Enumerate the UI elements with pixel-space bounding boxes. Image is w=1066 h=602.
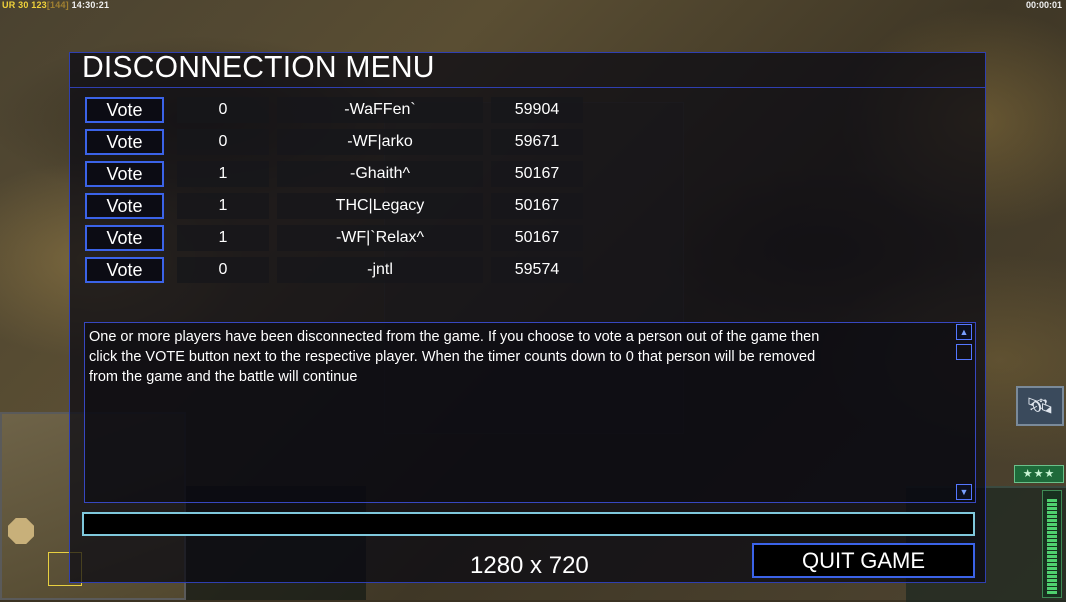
player-ping: 59574	[491, 257, 583, 283]
hud-ur-value: 30	[18, 0, 29, 10]
title-divider	[69, 87, 986, 88]
minimap-base-marker	[8, 518, 34, 544]
power-segment	[1047, 587, 1057, 590]
power-segment	[1047, 535, 1057, 538]
vote-button[interactable]: Vote	[85, 97, 164, 123]
message-scrollbar[interactable]: ▲ ▼	[956, 324, 974, 502]
vote-button[interactable]: Vote	[85, 129, 164, 155]
player-name: THC|Legacy	[277, 193, 483, 219]
hud-game-timer: 00:00:01	[1025, 0, 1062, 10]
hud-ur-label: UR	[2, 0, 16, 10]
vote-count: 0	[177, 129, 269, 155]
player-name: -jntl	[277, 257, 483, 283]
chat-input[interactable]	[82, 512, 975, 536]
player-ping: 50167	[491, 193, 583, 219]
power-segment	[1047, 555, 1057, 558]
disconnect-message: One or more players have been disconnect…	[89, 329, 820, 385]
power-segment	[1047, 547, 1057, 550]
player-ping: 50167	[491, 225, 583, 251]
player-ping: 59904	[491, 97, 583, 123]
satellite-icon[interactable]: 🛰	[1016, 386, 1064, 426]
power-segment	[1047, 539, 1057, 542]
power-segment	[1047, 583, 1057, 586]
triangle-up-icon[interactable]: ▲	[956, 324, 972, 340]
scroll-thumb[interactable]	[956, 344, 972, 360]
vote-button[interactable]: Vote	[85, 225, 164, 251]
power-segment	[1047, 507, 1057, 510]
player-name: -WaFFen`	[277, 97, 483, 123]
vote-count: 0	[177, 97, 269, 123]
power-segment	[1047, 523, 1057, 526]
quit-game-button[interactable]: QUIT GAME	[752, 543, 975, 578]
power-segment	[1047, 551, 1057, 554]
triangle-down-icon[interactable]: ▼	[956, 484, 972, 500]
vote-count: 1	[177, 161, 269, 187]
power-segment	[1047, 531, 1057, 534]
rank-stars-icon[interactable]: ★★★	[1014, 465, 1064, 483]
vote-button[interactable]: Vote	[85, 257, 164, 283]
dialog-title: DISCONNECTION MENU	[82, 49, 435, 84]
power-segment	[1047, 579, 1057, 582]
power-segment	[1047, 499, 1057, 502]
vote-button[interactable]: Vote	[85, 193, 164, 219]
player-name: -Ghaith^	[277, 161, 483, 187]
power-segment	[1047, 527, 1057, 530]
player-name: -WF|arko	[277, 129, 483, 155]
power-segment	[1047, 591, 1057, 594]
power-segment	[1047, 563, 1057, 566]
power-segment	[1047, 567, 1057, 570]
hud-frame-value: 123	[31, 0, 47, 10]
power-segment	[1047, 519, 1057, 522]
power-segment	[1047, 503, 1057, 506]
hud-performance-readout: UR 30 123[144] 14:30:21	[2, 0, 109, 10]
vote-count: 0	[177, 257, 269, 283]
power-segment	[1047, 543, 1057, 546]
hud-clock: 14:30:21	[71, 0, 110, 10]
hud-frame-cap: [144]	[46, 0, 69, 10]
vote-count: 1	[177, 225, 269, 251]
power-meter	[1042, 490, 1062, 598]
power-segment	[1047, 571, 1057, 574]
player-ping: 50167	[491, 161, 583, 187]
power-segment	[1047, 515, 1057, 518]
player-name: -WF|`Relax^	[277, 225, 483, 251]
power-segment	[1047, 511, 1057, 514]
power-segment	[1047, 559, 1057, 562]
player-ping: 59671	[491, 129, 583, 155]
resolution-label: 1280 x 720	[470, 552, 589, 579]
vote-button[interactable]: Vote	[85, 161, 164, 187]
power-segment	[1047, 575, 1057, 578]
vote-count: 1	[177, 193, 269, 219]
